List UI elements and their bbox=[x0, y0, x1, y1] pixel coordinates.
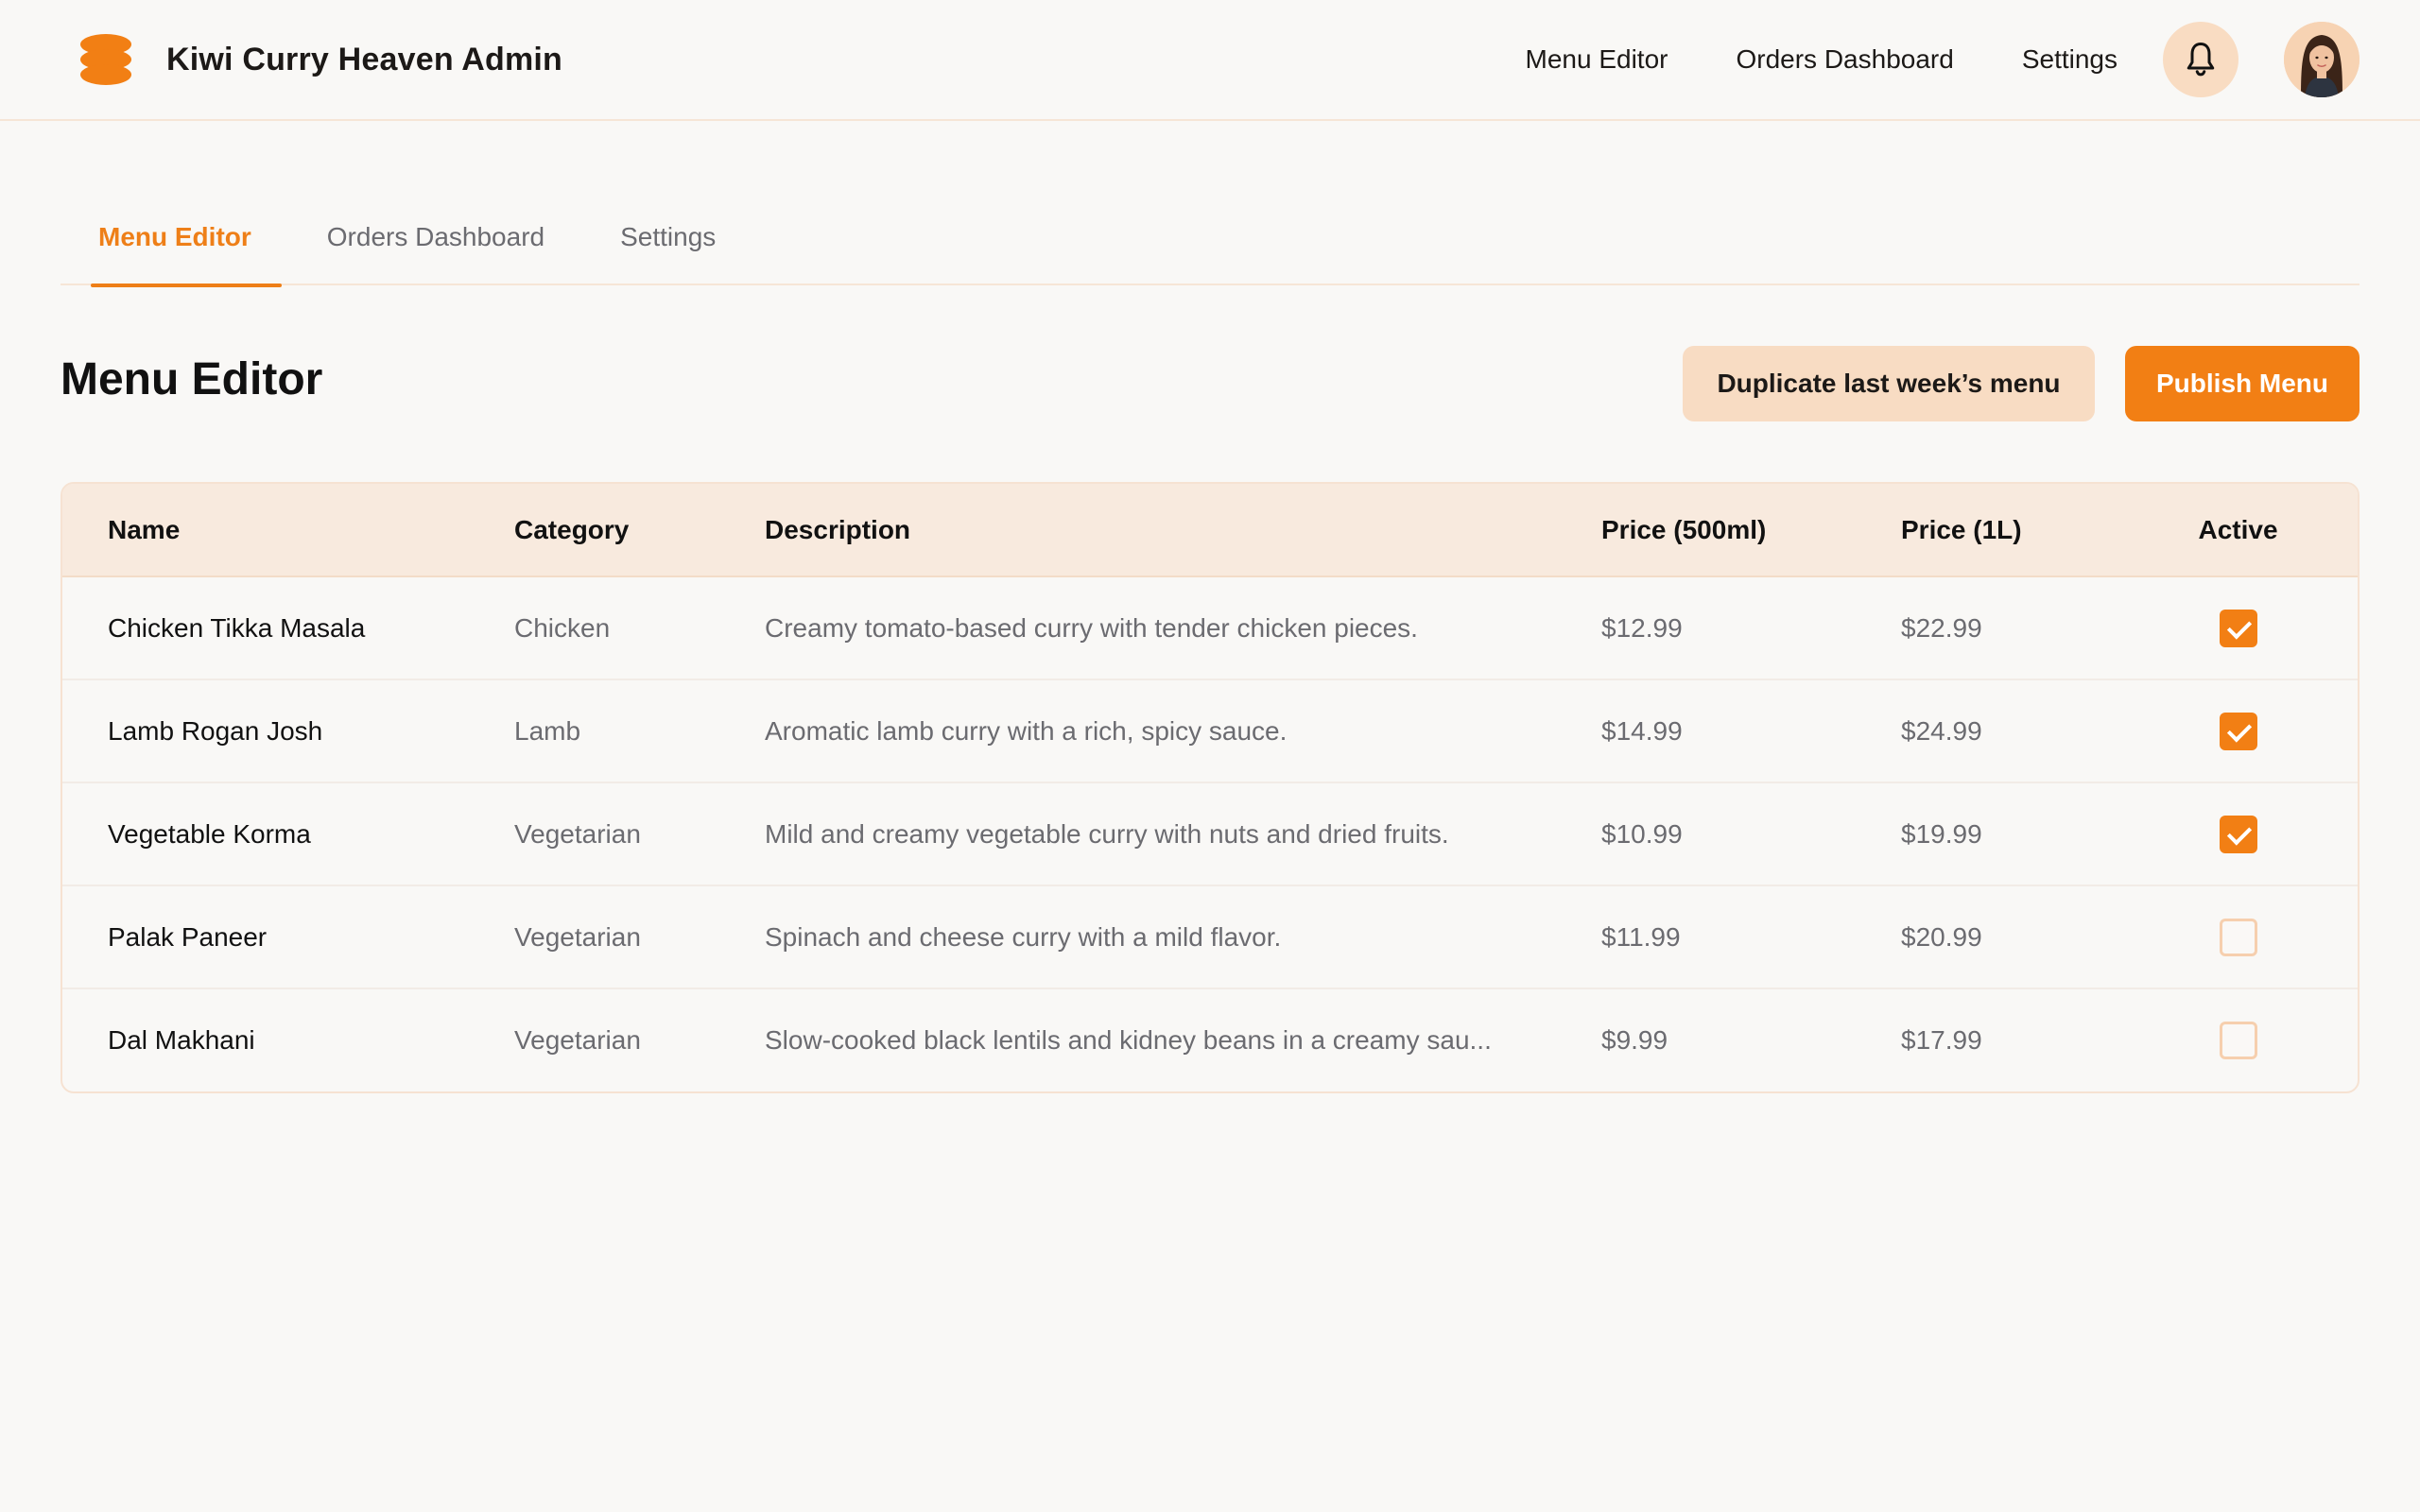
table-row[interactable]: Chicken Tikka Masala Chicken Creamy toma… bbox=[62, 576, 2358, 680]
column-header-category[interactable]: Category bbox=[514, 484, 765, 577]
column-header-price-1l[interactable]: Price (1L) bbox=[1901, 484, 2118, 577]
item-description: Mild and creamy vegetable curry with nut… bbox=[765, 782, 1601, 886]
item-name[interactable]: Vegetable Korma bbox=[62, 782, 514, 886]
notification-button[interactable] bbox=[2163, 22, 2238, 97]
item-category: Vegetarian bbox=[514, 1025, 641, 1055]
item-description: Slow-cooked black lentils and kidney bea… bbox=[765, 1025, 1492, 1055]
menu-table: Name Category Description Price (500ml) … bbox=[60, 482, 2360, 1093]
user-avatar[interactable] bbox=[2284, 22, 2360, 97]
active-checkbox[interactable] bbox=[2219, 609, 2257, 647]
nav-link-settings[interactable]: Settings bbox=[2022, 44, 2118, 75]
item-price-1l: $19.99 bbox=[1901, 782, 2118, 886]
app-title: Kiwi Curry Heaven Admin bbox=[166, 41, 562, 77]
item-price-1l: $22.99 bbox=[1901, 576, 2118, 680]
duplicate-menu-button[interactable]: Duplicate last week’s menu bbox=[1683, 346, 2095, 421]
table-row[interactable]: Palak Paneer Vegetarian Spinach and chee… bbox=[62, 885, 2358, 989]
item-name[interactable]: Lamb Rogan Josh bbox=[62, 679, 514, 783]
column-header-price-500ml[interactable]: Price (500ml) bbox=[1601, 484, 1901, 577]
table-row[interactable]: Dal Makhani Vegetarian Slow-cooked black… bbox=[62, 988, 2358, 1091]
nav-link-menu-editor[interactable]: Menu Editor bbox=[1526, 44, 1668, 75]
active-checkbox[interactable] bbox=[2219, 712, 2257, 750]
table-row[interactable]: Lamb Rogan Josh Lamb Aromatic lamb curry… bbox=[62, 679, 2358, 783]
item-price-1l: $24.99 bbox=[1901, 679, 2118, 783]
active-checkbox[interactable] bbox=[2219, 918, 2257, 956]
top-header: Kiwi Curry Heaven Admin Menu Editor Orde… bbox=[0, 0, 2420, 121]
publish-menu-button[interactable]: Publish Menu bbox=[2125, 346, 2360, 421]
active-checkbox[interactable] bbox=[2219, 815, 2257, 853]
nav-link-orders-dashboard[interactable]: Orders Dashboard bbox=[1736, 44, 1953, 75]
item-price-500ml: $14.99 bbox=[1601, 679, 1901, 783]
bell-icon bbox=[2187, 43, 2215, 77]
item-description: Creamy tomato-based curry with tender ch… bbox=[765, 576, 1601, 680]
avatar-image bbox=[2284, 22, 2360, 97]
item-name[interactable]: Palak Paneer bbox=[62, 885, 514, 989]
tab-menu-editor[interactable]: Menu Editor bbox=[60, 189, 282, 287]
item-price-1l: $17.99 bbox=[1901, 1025, 1982, 1055]
column-header-active[interactable]: Active bbox=[2118, 484, 2358, 577]
tab-bar: Menu Editor Orders Dashboard Settings bbox=[60, 189, 2360, 287]
tab-settings[interactable]: Settings bbox=[590, 189, 746, 285]
item-description: Spinach and cheese curry with a mild fla… bbox=[765, 885, 1601, 989]
item-price-1l: $20.99 bbox=[1901, 885, 2118, 989]
item-category: Vegetarian bbox=[514, 782, 765, 886]
table-header-row: Name Category Description Price (500ml) … bbox=[62, 484, 2358, 577]
active-checkbox[interactable] bbox=[2219, 1022, 2257, 1059]
item-category: Vegetarian bbox=[514, 885, 765, 989]
item-price-500ml: $11.99 bbox=[1601, 885, 1901, 989]
item-price-500ml: $9.99 bbox=[1601, 1025, 1668, 1055]
column-header-name[interactable]: Name bbox=[62, 484, 514, 577]
item-name[interactable]: Chicken Tikka Masala bbox=[62, 576, 514, 680]
item-category: Chicken bbox=[514, 576, 765, 680]
top-nav: Menu Editor Orders Dashboard Settings bbox=[1526, 44, 2118, 75]
item-price-500ml: $12.99 bbox=[1601, 576, 1901, 680]
item-price-500ml: $10.99 bbox=[1601, 782, 1901, 886]
item-category: Lamb bbox=[514, 679, 765, 783]
table-row[interactable]: Vegetable Korma Vegetarian Mild and crea… bbox=[62, 782, 2358, 886]
item-description: Aromatic lamb curry with a rich, spicy s… bbox=[765, 679, 1601, 783]
page-title: Menu Editor bbox=[60, 354, 323, 404]
column-header-description[interactable]: Description bbox=[765, 484, 1601, 577]
item-name[interactable]: Dal Makhani bbox=[62, 988, 514, 1091]
tab-orders-dashboard[interactable]: Orders Dashboard bbox=[297, 189, 575, 285]
logo-icon bbox=[78, 31, 134, 88]
